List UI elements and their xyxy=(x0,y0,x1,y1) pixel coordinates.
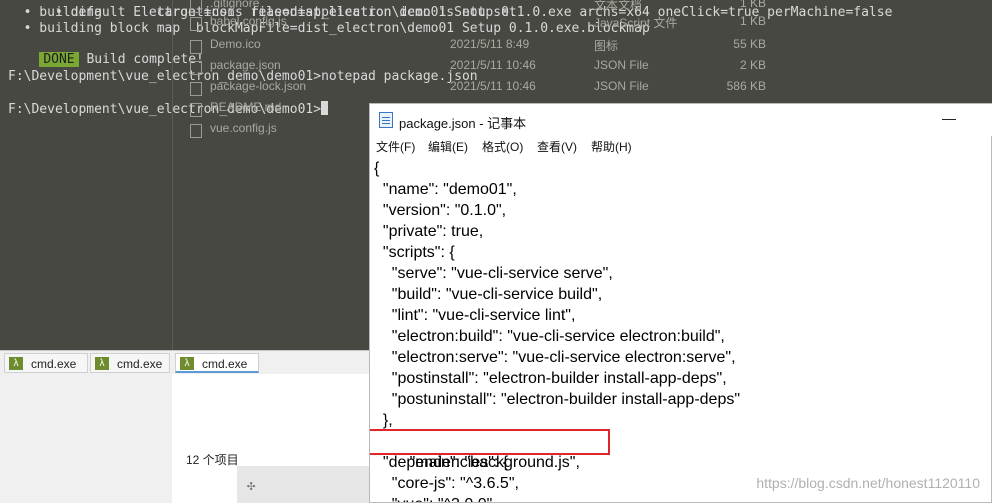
notepad-titlebar[interactable]: package.json - 记事本 — xyxy=(370,104,992,136)
file-icon xyxy=(190,124,202,138)
text-editor[interactable]: { "name": "demo01", "version": "0.1.0", … xyxy=(370,156,992,502)
code-line: "lint": "vue-cli-service lint", xyxy=(374,307,576,324)
done-badge: DONE xyxy=(39,52,79,67)
file-row[interactable]: Demo.ico 2021/5/11 8:49 图标 55 KB xyxy=(186,37,786,57)
code-line: "build": "vue-cli-service build", xyxy=(374,286,603,303)
code-line: "private": true, xyxy=(374,223,484,240)
move-icon[interactable]: ✣ xyxy=(247,478,255,494)
bottom-strip xyxy=(237,466,370,503)
window-title: package.json - 记事本 xyxy=(399,116,527,131)
task-cmd-2[interactable]: λ cmd.exe xyxy=(90,353,170,373)
code-line: { xyxy=(374,160,380,177)
file-icon xyxy=(190,61,202,75)
item-count: 12 个项目 xyxy=(186,453,239,467)
code-line: }, xyxy=(374,412,393,429)
cmd-icon: λ xyxy=(180,357,194,370)
file-icon xyxy=(190,40,202,54)
menu-edit[interactable]: 编辑(E) xyxy=(428,138,468,155)
code-line: "name": "demo01", xyxy=(374,181,517,198)
desktop-area xyxy=(0,374,172,503)
menu-file[interactable]: 文件(F) xyxy=(376,138,415,155)
menu-format[interactable]: 格式(O) xyxy=(482,138,523,155)
file-icon xyxy=(190,0,202,13)
code-line: "postuninstall": "electron-builder insta… xyxy=(374,391,741,408)
code-line: "vue": "^3.0.0" xyxy=(374,494,493,502)
code-line: "postinstall": "electron-builder install… xyxy=(374,370,727,387)
cmd-taskbar: λ cmd.exe λ cmd.exe λ cmd.exe xyxy=(0,350,370,375)
code-line: "serve": "vue-cli-service serve", xyxy=(374,265,613,282)
code-line: "electron:build": "vue-cli-service elect… xyxy=(374,328,725,345)
cmd-icon: λ xyxy=(9,357,23,370)
code-line: "electron:serve": "vue-cli-service elect… xyxy=(374,349,736,366)
file-row[interactable]: babel.config.js JavaScript 文件 1 KB xyxy=(186,14,786,34)
menu-view[interactable]: 查看(V) xyxy=(537,138,577,155)
file-icon xyxy=(190,17,202,31)
cmd-icon: λ xyxy=(95,357,109,370)
code-line: "core-js": "^3.6.5", xyxy=(374,475,519,492)
code-line: "dependencies": { xyxy=(374,454,509,471)
menu-help[interactable]: 帮助(H) xyxy=(591,138,632,155)
watermark: https://blog.csdn.net/honest1120110 xyxy=(756,475,980,491)
code-line: "version": "0.1.0", xyxy=(374,202,507,219)
file-row[interactable]: package-lock.json 2021/5/11 10:46 JSON F… xyxy=(186,79,786,99)
menu-bar: 文件(F) 编辑(E) 格式(O) 查看(V) 帮助(H) xyxy=(370,136,992,156)
file-icon xyxy=(190,103,202,117)
notepad-window[interactable]: package.json - 记事本 — 文件(F) 编辑(E) 格式(O) 查… xyxy=(369,103,992,503)
file-row[interactable]: package.json 2021/5/11 10:46 JSON File 2… xyxy=(186,58,786,78)
code-line: "scripts": { xyxy=(374,244,455,261)
minimize-button[interactable]: — xyxy=(941,111,957,128)
file-icon xyxy=(190,82,202,96)
task-cmd-1[interactable]: λ cmd.exe xyxy=(4,353,88,373)
notepad-icon xyxy=(379,112,393,128)
task-cmd-3[interactable]: λ cmd.exe xyxy=(175,353,259,373)
